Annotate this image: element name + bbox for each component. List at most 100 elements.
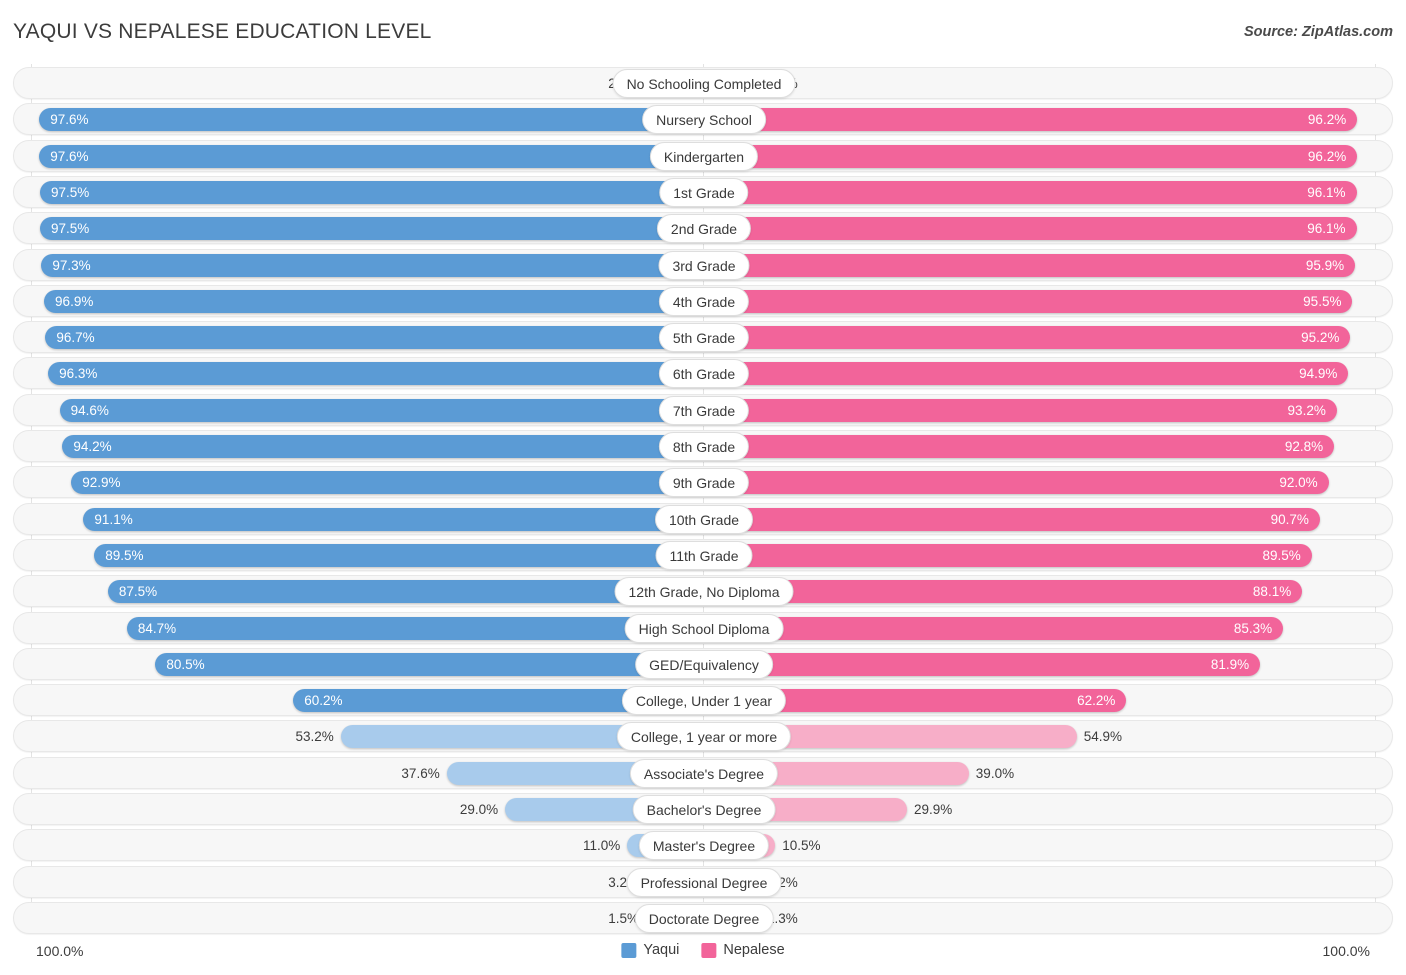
category-label[interactable]: 4th Grade [658,286,750,316]
category-label[interactable]: Associate's Degree [629,758,779,788]
source-label: Source: ZipAtlas.com [1243,24,1393,40]
category-label[interactable]: 6th Grade [658,359,750,389]
bar-nepalese[interactable] [704,652,1261,676]
chart-row[interactable]: 53.2% 54.9% College, 1 year or more [13,720,1393,753]
category-label[interactable]: 1st Grade [659,177,749,207]
bar-nepalese[interactable] [704,616,1284,640]
value-label-nepalese: 95.9% [1305,257,1345,273]
chart-page: YAQUI VS NEPALESE EDUCATION LEVEL Source… [0,0,1406,975]
value-label-yaqui: 91.1% [94,511,133,527]
value-label-yaqui: 84.7% [137,620,177,636]
chart-row[interactable]: 1.5% 1.3% Doctorate Degree [13,901,1393,934]
chart-row[interactable]: 92.9% 92.0% 9th Grade [13,466,1393,499]
chart-row[interactable]: 96.3% 94.9% 6th Grade [13,357,1393,390]
bar-yaqui[interactable] [126,616,702,640]
value-label-nepalese: 92.0% [1279,475,1318,491]
legend-item-yaqui[interactable]: Yaqui [621,942,679,958]
bar-nepalese[interactable] [704,362,1349,386]
chart-row[interactable]: 97.5% 96.1% 1st Grade [13,175,1393,208]
chart-row[interactable]: 37.6% 39.0% Associate's Degree [13,756,1393,789]
category-label[interactable]: No Schooling Completed [612,69,796,98]
chart-row[interactable]: 80.5% 81.9% GED/Equivalency [13,647,1393,680]
chart-row[interactable]: 94.6% 93.2% 7th Grade [13,393,1393,426]
chart-row[interactable]: 2.4%3.8%No Schooling Completed [13,67,1393,99]
bar-yaqui[interactable] [48,362,702,386]
value-label-nepalese: 96.2% [1307,148,1347,164]
category-label[interactable]: Master's Degree [638,831,770,861]
bar-yaqui[interactable] [45,326,702,350]
value-label-yaqui: 29.0% [459,802,499,817]
bar-yaqui[interactable] [41,253,702,277]
bar-yaqui[interactable] [39,180,702,204]
bar-yaqui[interactable] [83,507,702,531]
bar-nepalese[interactable] [704,435,1335,458]
chart-row[interactable]: 11.0% 10.5% Master's Degree [13,829,1393,862]
chart-row[interactable]: 29.0% 29.9% Bachelor's Degree [13,793,1393,825]
bar-yaqui[interactable] [44,289,702,313]
value-label-nepalese: 39.0% [975,765,1015,781]
bar-yaqui[interactable] [71,471,702,495]
bar-nepalese[interactable] [704,507,1320,531]
chart-row[interactable]: 97.6% 96.2% Kindergarten [13,139,1393,172]
chart-row[interactable]: 96.9% 95.5% 4th Grade [13,284,1393,317]
category-label[interactable]: 11th Grade [655,540,753,570]
bar-nepalese[interactable] [704,326,1351,350]
category-label[interactable]: 12th Grade, No Diploma [614,577,794,607]
category-label[interactable]: 3rd Grade [658,250,750,280]
value-label-nepalese: 95.2% [1301,330,1340,346]
chart-row[interactable]: 91.1% 90.7% 10th Grade [13,502,1393,535]
bar-yaqui[interactable] [62,435,702,458]
legend-label: Nepalese [723,942,785,958]
chart-row[interactable]: 60.2% 62.2% College, Under 1 year [13,684,1393,717]
bar-nepalese[interactable] [704,580,1303,604]
chart-row[interactable]: 87.5% 88.1% 12th Grade, No Diploma [13,575,1393,608]
page-title: YAQUI VS NEPALESE EDUCATION LEVEL [13,20,432,43]
bar-nepalese[interactable] [704,398,1337,422]
bar-yaqui[interactable] [39,144,702,168]
value-label-yaqui: 94.2% [73,439,112,454]
category-label[interactable]: GED/Equivalency [635,649,773,679]
category-label[interactable]: Doctorate Degree [634,903,774,933]
bar-yaqui[interactable] [155,652,702,676]
bar-nepalese[interactable] [704,543,1312,567]
category-label[interactable]: High School Diploma [624,613,784,643]
category-label[interactable]: 5th Grade [658,323,750,353]
bar-nepalese[interactable] [704,471,1329,495]
chart-row[interactable]: 94.2% 92.8% 8th Grade [13,430,1393,462]
chart-row[interactable]: 97.5% 96.1% 2nd Grade [13,212,1393,245]
legend-item-nepalese[interactable]: Nepalese [701,942,785,958]
chart-row[interactable]: 97.6% 96.2% Nursery School [13,103,1393,136]
chart-row[interactable]: 97.3% 95.9% 3rd Grade [13,248,1393,281]
category-label[interactable]: Kindergarten [649,141,759,171]
bar-yaqui[interactable] [39,108,702,132]
category-label[interactable]: 8th Grade [658,432,750,461]
category-label[interactable]: College, 1 year or more [616,722,792,752]
bar-nepalese[interactable] [704,253,1356,277]
category-label[interactable]: 9th Grade [658,468,750,498]
bar-yaqui[interactable] [39,217,702,241]
value-label-nepalese: 94.9% [1299,366,1338,382]
bar-nepalese[interactable] [704,289,1353,313]
category-label[interactable]: 2nd Grade [656,214,752,244]
value-label-yaqui: 97.6% [50,112,89,128]
chart-row[interactable]: 84.7% 85.3% High School Diploma [13,611,1393,644]
bar-nepalese[interactable] [704,180,1357,204]
value-label-nepalese: 93.2% [1287,402,1326,418]
bar-yaqui[interactable] [107,580,702,604]
chart-row[interactable]: 3.2% 3.2% Professional Degree [13,865,1393,898]
value-label-nepalese: 95.5% [1303,293,1342,309]
category-label[interactable]: Professional Degree [626,867,782,897]
category-label[interactable]: 10th Grade [654,504,754,534]
bar-yaqui[interactable] [59,398,702,422]
chart-row[interactable]: 96.7% 95.2% 5th Grade [13,321,1393,354]
bar-nepalese[interactable] [704,108,1358,132]
category-label[interactable]: 7th Grade [658,395,750,425]
category-label[interactable]: Nursery School [642,105,766,135]
bar-nepalese[interactable] [704,144,1358,168]
category-label[interactable]: College, Under 1 year [621,686,787,716]
bar-nepalese[interactable] [704,217,1357,241]
bar-yaqui[interactable] [94,543,702,567]
category-label[interactable]: Bachelor's Degree [632,795,776,824]
value-label-yaqui: 53.2% [295,729,334,745]
chart-row[interactable]: 89.5% 89.5% 11th Grade [13,538,1393,571]
